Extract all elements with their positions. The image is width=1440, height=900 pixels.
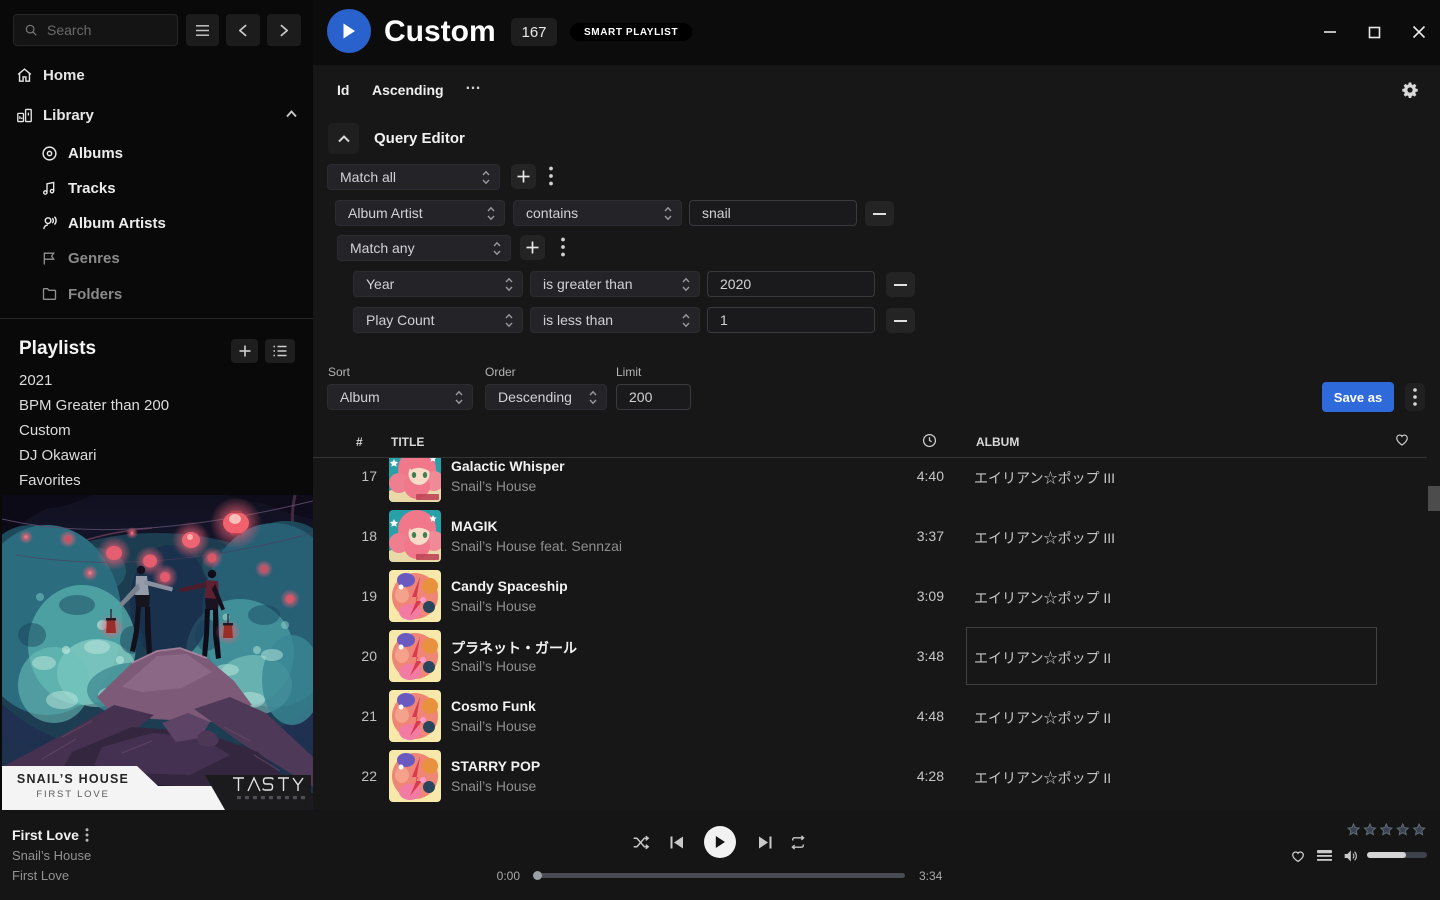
svg-text:FIRST LOVE: FIRST LOVE xyxy=(36,789,109,800)
svg-text:SNAIL’S HOUSE: SNAIL’S HOUSE xyxy=(17,772,129,786)
